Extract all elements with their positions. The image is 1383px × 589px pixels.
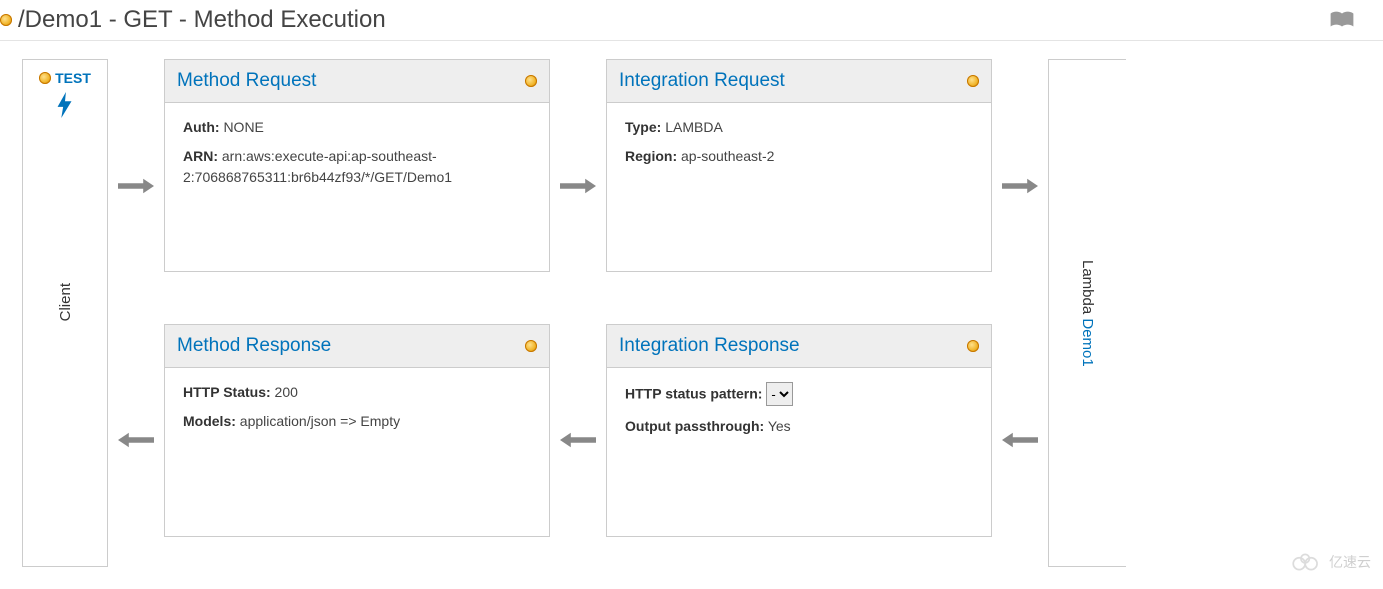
passthrough-label: Output passthrough:: [625, 418, 764, 434]
arrow-left-icon: [108, 431, 164, 449]
arrow-right-icon: [108, 177, 164, 195]
type-label: Type:: [625, 119, 661, 135]
page-title: /Demo1 - GET - Method Execution: [18, 6, 386, 34]
info-icon[interactable]: [525, 340, 537, 352]
region-label: Region:: [625, 148, 677, 164]
status-pattern-select[interactable]: -: [766, 382, 793, 406]
method-response-link[interactable]: Method Response: [177, 335, 331, 357]
auth-value: NONE: [223, 119, 263, 135]
execution-canvas: TEST Client Method Request Auth: NONE AR…: [0, 41, 1383, 589]
integration-request-card: Integration Request Type: LAMBDA Region:…: [606, 59, 992, 272]
method-column: Method Request Auth: NONE ARN: arn:aws:e…: [164, 59, 550, 589]
method-request-link[interactable]: Method Request: [177, 70, 316, 92]
integration-request-link[interactable]: Integration Request: [619, 70, 785, 92]
arrow-column: [550, 59, 606, 567]
arrow-column: [108, 59, 164, 567]
client-label: Client: [57, 283, 74, 321]
info-icon[interactable]: [967, 340, 979, 352]
models-value: application/json => Empty: [240, 413, 400, 429]
docs-icon[interactable]: [1329, 9, 1355, 31]
arrow-left-icon: [550, 431, 606, 449]
integration-response-card: Integration Response HTTP status pattern…: [606, 324, 992, 537]
test-button[interactable]: TEST: [39, 70, 91, 86]
method-response-card: Method Response HTTP Status: 200 Models:…: [164, 324, 550, 537]
bullet-icon: [0, 14, 12, 26]
integration-response-link[interactable]: Integration Response: [619, 335, 800, 357]
backend-label: Lambda Demo1: [1079, 260, 1096, 367]
lightning-icon[interactable]: [55, 92, 75, 123]
bullet-icon: [39, 72, 51, 84]
arrow-right-icon: [992, 177, 1048, 195]
http-status-label: HTTP Status:: [183, 384, 271, 400]
header: /Demo1 - GET - Method Execution: [0, 0, 1383, 41]
test-label: TEST: [55, 70, 91, 86]
arrow-right-icon: [550, 177, 606, 195]
arn-label: ARN:: [183, 148, 218, 164]
auth-label: Auth:: [183, 119, 220, 135]
info-icon[interactable]: [525, 75, 537, 87]
arn-value: arn:aws:execute-api:ap-southeast-2:70686…: [183, 148, 452, 185]
info-icon[interactable]: [967, 75, 979, 87]
status-pattern-label: HTTP status pattern:: [625, 386, 762, 402]
models-label: Models:: [183, 413, 236, 429]
http-status-value: 200: [275, 384, 298, 400]
type-value: LAMBDA: [665, 119, 723, 135]
client-tile: TEST Client: [22, 59, 108, 567]
backend-tile: Lambda Demo1: [1048, 59, 1126, 567]
arrow-column: [992, 59, 1048, 567]
region-value: ap-southeast-2: [681, 148, 774, 164]
arrow-left-icon: [992, 431, 1048, 449]
integration-column: Integration Request Type: LAMBDA Region:…: [606, 59, 992, 589]
passthrough-value: Yes: [768, 418, 791, 434]
lambda-link[interactable]: Demo1: [1079, 318, 1096, 366]
method-request-card: Method Request Auth: NONE ARN: arn:aws:e…: [164, 59, 550, 272]
